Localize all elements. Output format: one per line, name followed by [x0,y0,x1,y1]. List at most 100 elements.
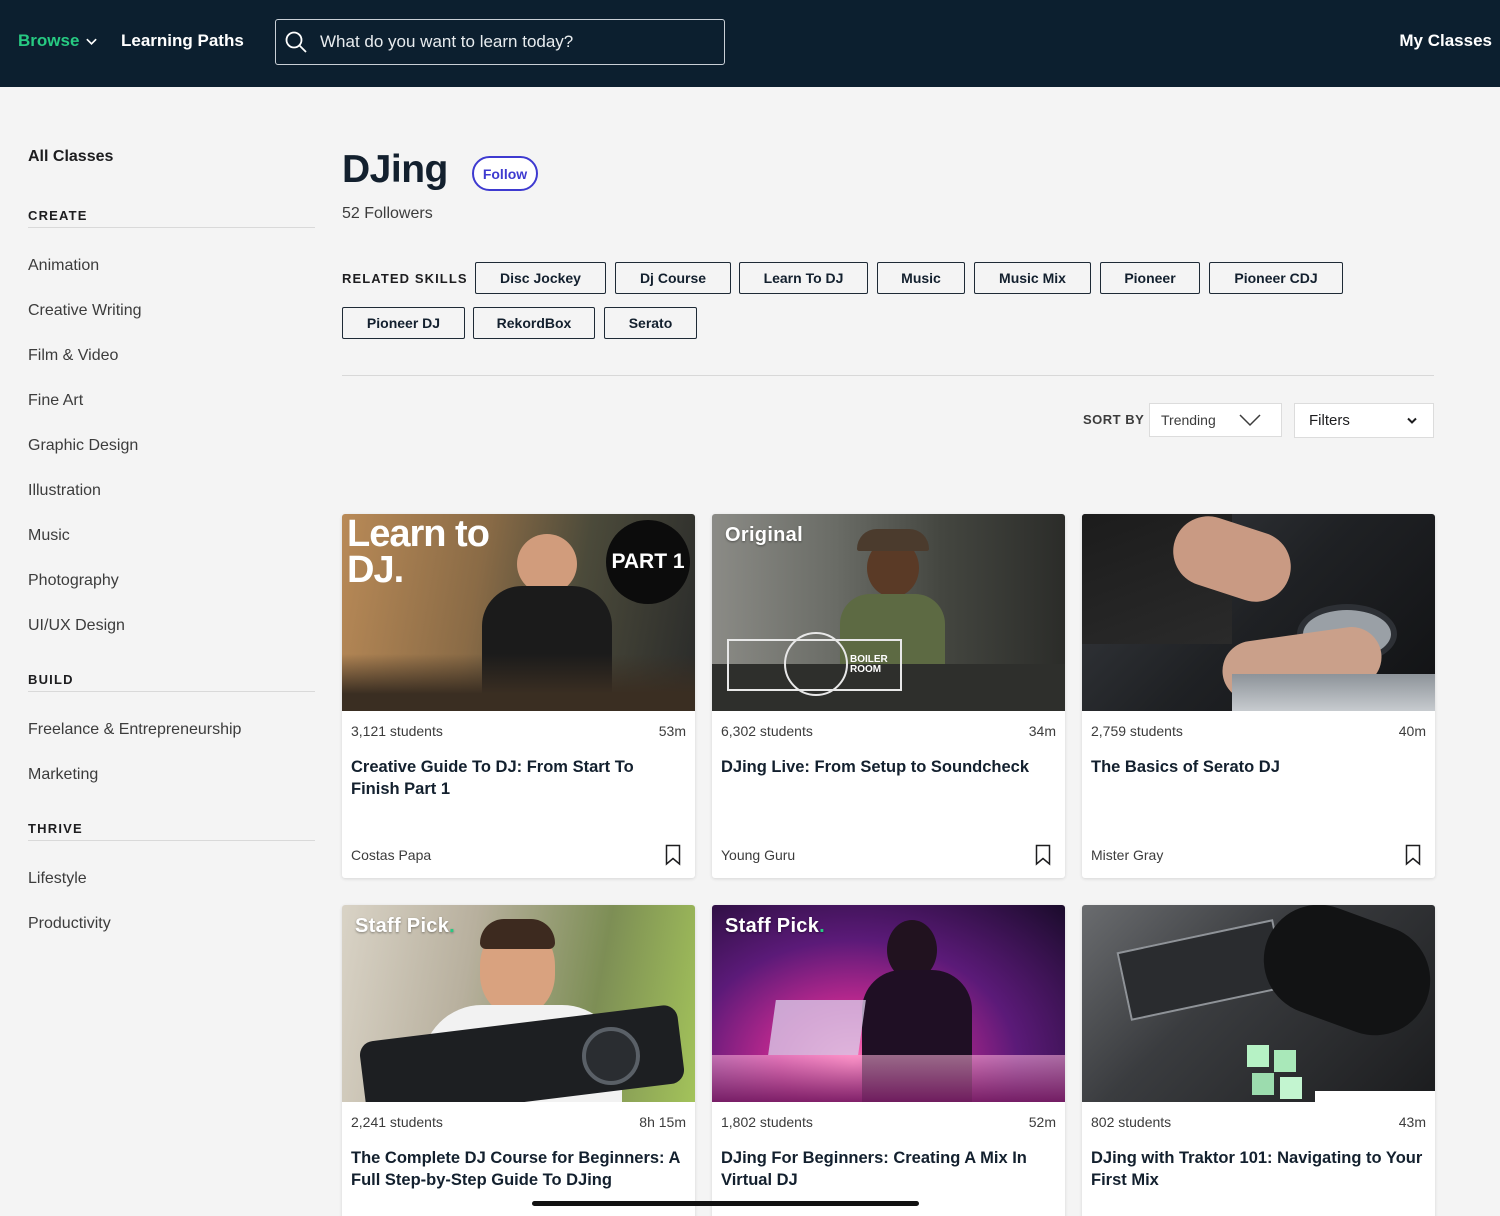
sidebar-item-freelance-entrepreneurship[interactable]: Freelance & Entrepreneurship [28,707,315,752]
class-title[interactable]: DJing with Traktor 101: Navigating to Yo… [1082,1147,1435,1191]
learning-paths-link[interactable]: Learning Paths [121,31,244,51]
thumbnail-text: Learn to DJ. [347,514,490,591]
staff-pick-badge: Staff Pick. [355,915,455,938]
laptop-shape [768,1000,866,1055]
thumbnail-text-line: Learn to [347,514,490,555]
sidebar-section-build: BUILD Freelance & Entrepreneurship Marke… [28,672,315,797]
sort-dropdown[interactable]: Trending [1149,403,1282,437]
class-meta: 802 students 43m [1082,1114,1435,1130]
sort-selected-value: Trending [1161,412,1216,428]
sidebar-item-music[interactable]: Music [28,513,315,558]
class-meta: 2,241 students 8h 15m [342,1114,695,1130]
sidebar-item-film-video[interactable]: Film & Video [28,333,315,378]
class-title[interactable]: The Basics of Serato DJ [1082,756,1435,778]
logo-circle [784,632,848,696]
class-thumbnail[interactable]: Staff Pick. [712,905,1065,1102]
follow-button[interactable]: Follow [472,156,538,191]
sidebar-item-lifestyle[interactable]: Lifestyle [28,856,315,901]
staff-pick-text: Staff Pick [725,915,820,937]
person-head-shape [517,534,577,594]
hair-shape [480,919,555,949]
skill-tag-serato[interactable]: Serato [604,307,697,339]
sidebar-item-productivity[interactable]: Productivity [28,901,315,946]
caption-strip [1315,1091,1435,1102]
sidebar-item-fine-art[interactable]: Fine Art [28,378,315,423]
search-input[interactable] [320,32,700,52]
skill-tag-pioneer[interactable]: Pioneer [1100,262,1200,294]
badge-dot: . [819,915,826,937]
skill-tag-music-mix[interactable]: Music Mix [974,262,1091,294]
followers-count: 52 Followers [342,205,433,222]
logo-text: BOILER ROOM [850,654,888,675]
search-icon [285,31,307,53]
bookmark-icon[interactable] [665,844,681,866]
staff-pick-badge: Staff Pick. [725,915,825,938]
stage-light-shape [712,1055,1065,1102]
skill-tag-rekordbox[interactable]: RekordBox [473,307,595,339]
sidebar-heading: CREATE [28,208,315,228]
sidebar-heading: THRIVE [28,821,315,841]
class-meta: 3,121 students 53m [342,723,695,739]
search-bar[interactable] [275,19,725,65]
class-title[interactable]: The Complete DJ Course for Beginners: A … [342,1147,695,1191]
skill-tag-dj-course[interactable]: Dj Course [615,262,731,294]
class-card[interactable]: Staff Pick. 2,241 students 8h 15m The Co… [342,905,695,1216]
class-title[interactable]: DJing For Beginners: Creating A Mix In V… [712,1147,1065,1191]
class-thumbnail[interactable] [1082,905,1435,1102]
class-title[interactable]: DJing Live: From Setup to Soundcheck [712,756,1065,778]
class-title[interactable]: Creative Guide To DJ: From Start To Fini… [342,756,695,800]
filters-dropdown[interactable]: Filters [1294,403,1434,438]
pad-button [1247,1045,1269,1067]
related-skills-label: RELATED SKILLS [342,271,468,286]
class-duration: 40m [1398,723,1426,739]
class-thumbnail[interactable] [1082,514,1435,711]
pad-button [1274,1050,1296,1072]
home-indicator[interactable] [532,1201,919,1206]
student-count: 2,759 students [1091,723,1183,739]
hat-shape [857,529,929,551]
skill-tag-learn-to-dj[interactable]: Learn To DJ [739,262,868,294]
skill-tag-pioneer-dj[interactable]: Pioneer DJ [342,307,465,339]
student-count: 2,241 students [351,1114,443,1130]
teacher-name[interactable]: Costas Papa [351,847,431,863]
class-duration: 53m [658,723,686,739]
sidebar-item-graphic-design[interactable]: Graphic Design [28,423,315,468]
sidebar-item-marketing[interactable]: Marketing [28,752,315,797]
class-thumbnail[interactable]: BOILER ROOM Original [712,514,1065,711]
student-count: 802 students [1091,1114,1172,1130]
class-card[interactable]: BOILER ROOM Original 6,302 students 34m … [712,514,1065,878]
my-classes-link[interactable]: My Classes [1399,31,1492,51]
class-card[interactable]: Learn to DJ. PART 1 3,121 students 53m C… [342,514,695,878]
skill-tag-pioneer-cdj[interactable]: Pioneer CDJ [1209,262,1343,294]
sidebar-item-photography[interactable]: Photography [28,558,315,603]
class-card[interactable]: Staff Pick. 1,802 students 52m DJing For… [712,905,1065,1216]
bookmark-icon[interactable] [1035,844,1051,866]
chevron-down-icon [86,38,98,45]
thumbnail-text-line: DJ. [347,549,404,591]
class-thumbnail[interactable]: Learn to DJ. PART 1 [342,514,695,711]
sidebar-item-animation[interactable]: Animation [28,243,315,288]
sidebar-item-creative-writing[interactable]: Creative Writing [28,288,315,333]
teacher-name[interactable]: Young Guru [721,847,795,863]
browse-menu-button[interactable]: Browse [18,31,98,51]
skill-tag-disc-jockey[interactable]: Disc Jockey [475,262,606,294]
sidebar-all-classes[interactable]: All Classes [28,148,113,166]
class-card[interactable]: 802 students 43m DJing with Traktor 101:… [1082,905,1435,1216]
chevron-down-icon [1239,414,1261,427]
badge-dot: . [449,915,456,937]
teacher-name[interactable]: Mister Gray [1091,847,1163,863]
sidebar-item-ui-ux-design[interactable]: UI/UX Design [28,603,315,648]
sort-by-label: SORT BY [1083,412,1145,427]
class-footer: Costas Papa [351,844,681,866]
skill-tag-music[interactable]: Music [877,262,965,294]
sidebar-section-create: CREATE Animation Creative Writing Film &… [28,208,315,648]
pad-button [1252,1073,1274,1095]
sidebar-heading: BUILD [28,672,315,692]
sidebar-item-illustration[interactable]: Illustration [28,468,315,513]
class-card[interactable]: 2,759 students 40m The Basics of Serato … [1082,514,1435,878]
class-thumbnail[interactable]: Staff Pick. [342,905,695,1102]
bookmark-icon[interactable] [1405,844,1421,866]
class-duration: 8h 15m [639,1114,686,1130]
staff-pick-text: Staff Pick [355,915,450,937]
sidebar-section-thrive: THRIVE Lifestyle Productivity [28,821,315,946]
